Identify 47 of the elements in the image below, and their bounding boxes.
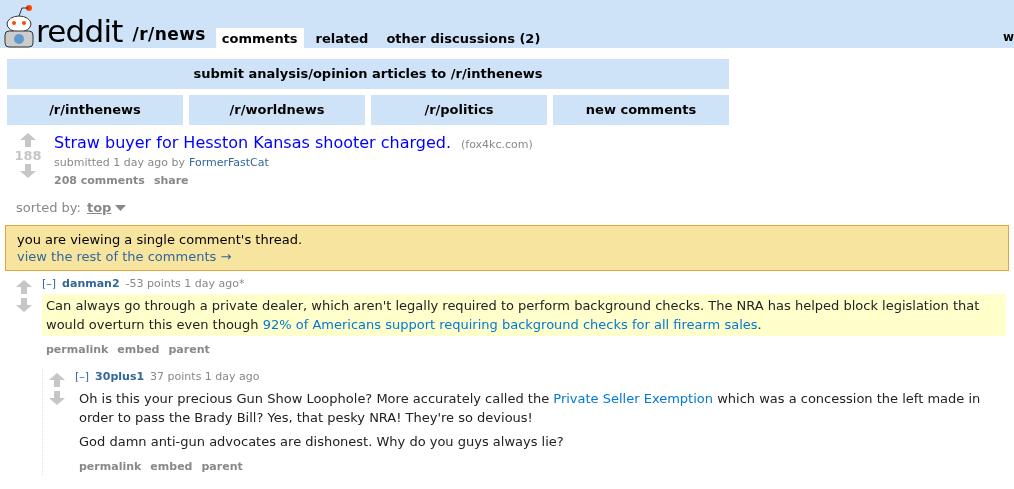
tab[interactable]: comments xyxy=(215,28,304,48)
downvote-icon[interactable] xyxy=(20,164,36,178)
subreddit-nav-button[interactable]: /r/inthenews xyxy=(7,95,183,125)
comment-author[interactable]: danman2 xyxy=(62,275,120,292)
comment-action-link[interactable]: parent xyxy=(168,342,210,359)
comment-link[interactable]: 92% of Americans support requiring background checks for all firearm sales xyxy=(262,317,758,332)
comment-action-link[interactable]: embed xyxy=(117,342,160,359)
subreddit-name[interactable]: /r/news xyxy=(132,21,206,47)
sort-dropdown[interactable]: top xyxy=(86,198,127,218)
comment-action-link[interactable]: permalink xyxy=(46,342,109,359)
comment-author[interactable]: 30plus1 xyxy=(95,368,145,385)
post-domain[interactable]: (fox4kc.com) xyxy=(461,137,533,154)
alien-logo-icon[interactable] xyxy=(2,4,36,48)
tab[interactable]: related xyxy=(309,28,375,48)
upvote-icon[interactable] xyxy=(16,279,32,294)
post-title-link[interactable]: Straw buyer for Hesston Kansas shooter charged. xyxy=(54,131,451,155)
comment-meta: -53 points 1 day ago* xyxy=(125,275,245,292)
comment-action-link[interactable]: parent xyxy=(201,459,243,476)
upvote-icon[interactable] xyxy=(20,133,36,147)
score: 188 xyxy=(14,148,42,163)
subreddit-nav-button[interactable]: new comments xyxy=(553,95,729,125)
submit-banner[interactable]: submit analysis/opinion articles to /r/inthenews xyxy=(7,59,729,89)
comment-text: Can always go through a private dealer, which aren't legally required to perform background checks. The NRA has helped block legislation that would overturn this even though 92% of Americans support requiring background checks for all firearm sales. xyxy=(46,297,981,334)
comment-meta: 37 points 1 day ago xyxy=(150,368,260,385)
collapse-toggle[interactable]: [–] xyxy=(75,368,90,385)
downvote-icon[interactable] xyxy=(49,390,65,405)
downvote-icon[interactable] xyxy=(16,297,32,312)
submitted-text: submitted 1 day ago by xyxy=(54,155,185,171)
comment-action-link[interactable]: permalink xyxy=(79,459,142,476)
collapse-toggle[interactable]: [–] xyxy=(42,275,57,292)
comment-link[interactable]: Private Seller Exemption xyxy=(553,391,714,406)
caret-icon xyxy=(115,204,127,211)
reddit-logo[interactable]: reddit xyxy=(36,14,123,48)
subreddit-nav-button[interactable]: /r/politics xyxy=(371,95,547,125)
notice-text: you are viewing a single comment's thread. xyxy=(17,230,304,248)
post-action-link[interactable]: share xyxy=(153,172,189,189)
tab[interactable]: other discussions (2) xyxy=(380,28,547,48)
view-rest-link[interactable]: view the rest of the comments → xyxy=(17,248,232,264)
subreddit-nav-button[interactable]: /r/worldnews xyxy=(189,95,365,125)
author-link[interactable]: FormerFastCat xyxy=(189,155,269,172)
upvote-icon[interactable] xyxy=(49,372,65,387)
sort-label: sorted by: xyxy=(16,199,81,217)
comment-text: Oh is this your precious Gun Show Loophole? More accurately called the Private Seller Exemption which was a concession the left made in order to pass the Brady Bill? Yes, that pesky NRA! They're so devious! xyxy=(79,390,982,427)
user-menu-text[interactable]: w xyxy=(1002,28,1014,46)
comment-text: God damn anti-gun advocates are dishonest. Why do you guys always lie? xyxy=(79,433,565,451)
comment-action-link[interactable]: embed xyxy=(150,459,193,476)
post-action-link[interactable]: 208 comments xyxy=(54,172,145,189)
